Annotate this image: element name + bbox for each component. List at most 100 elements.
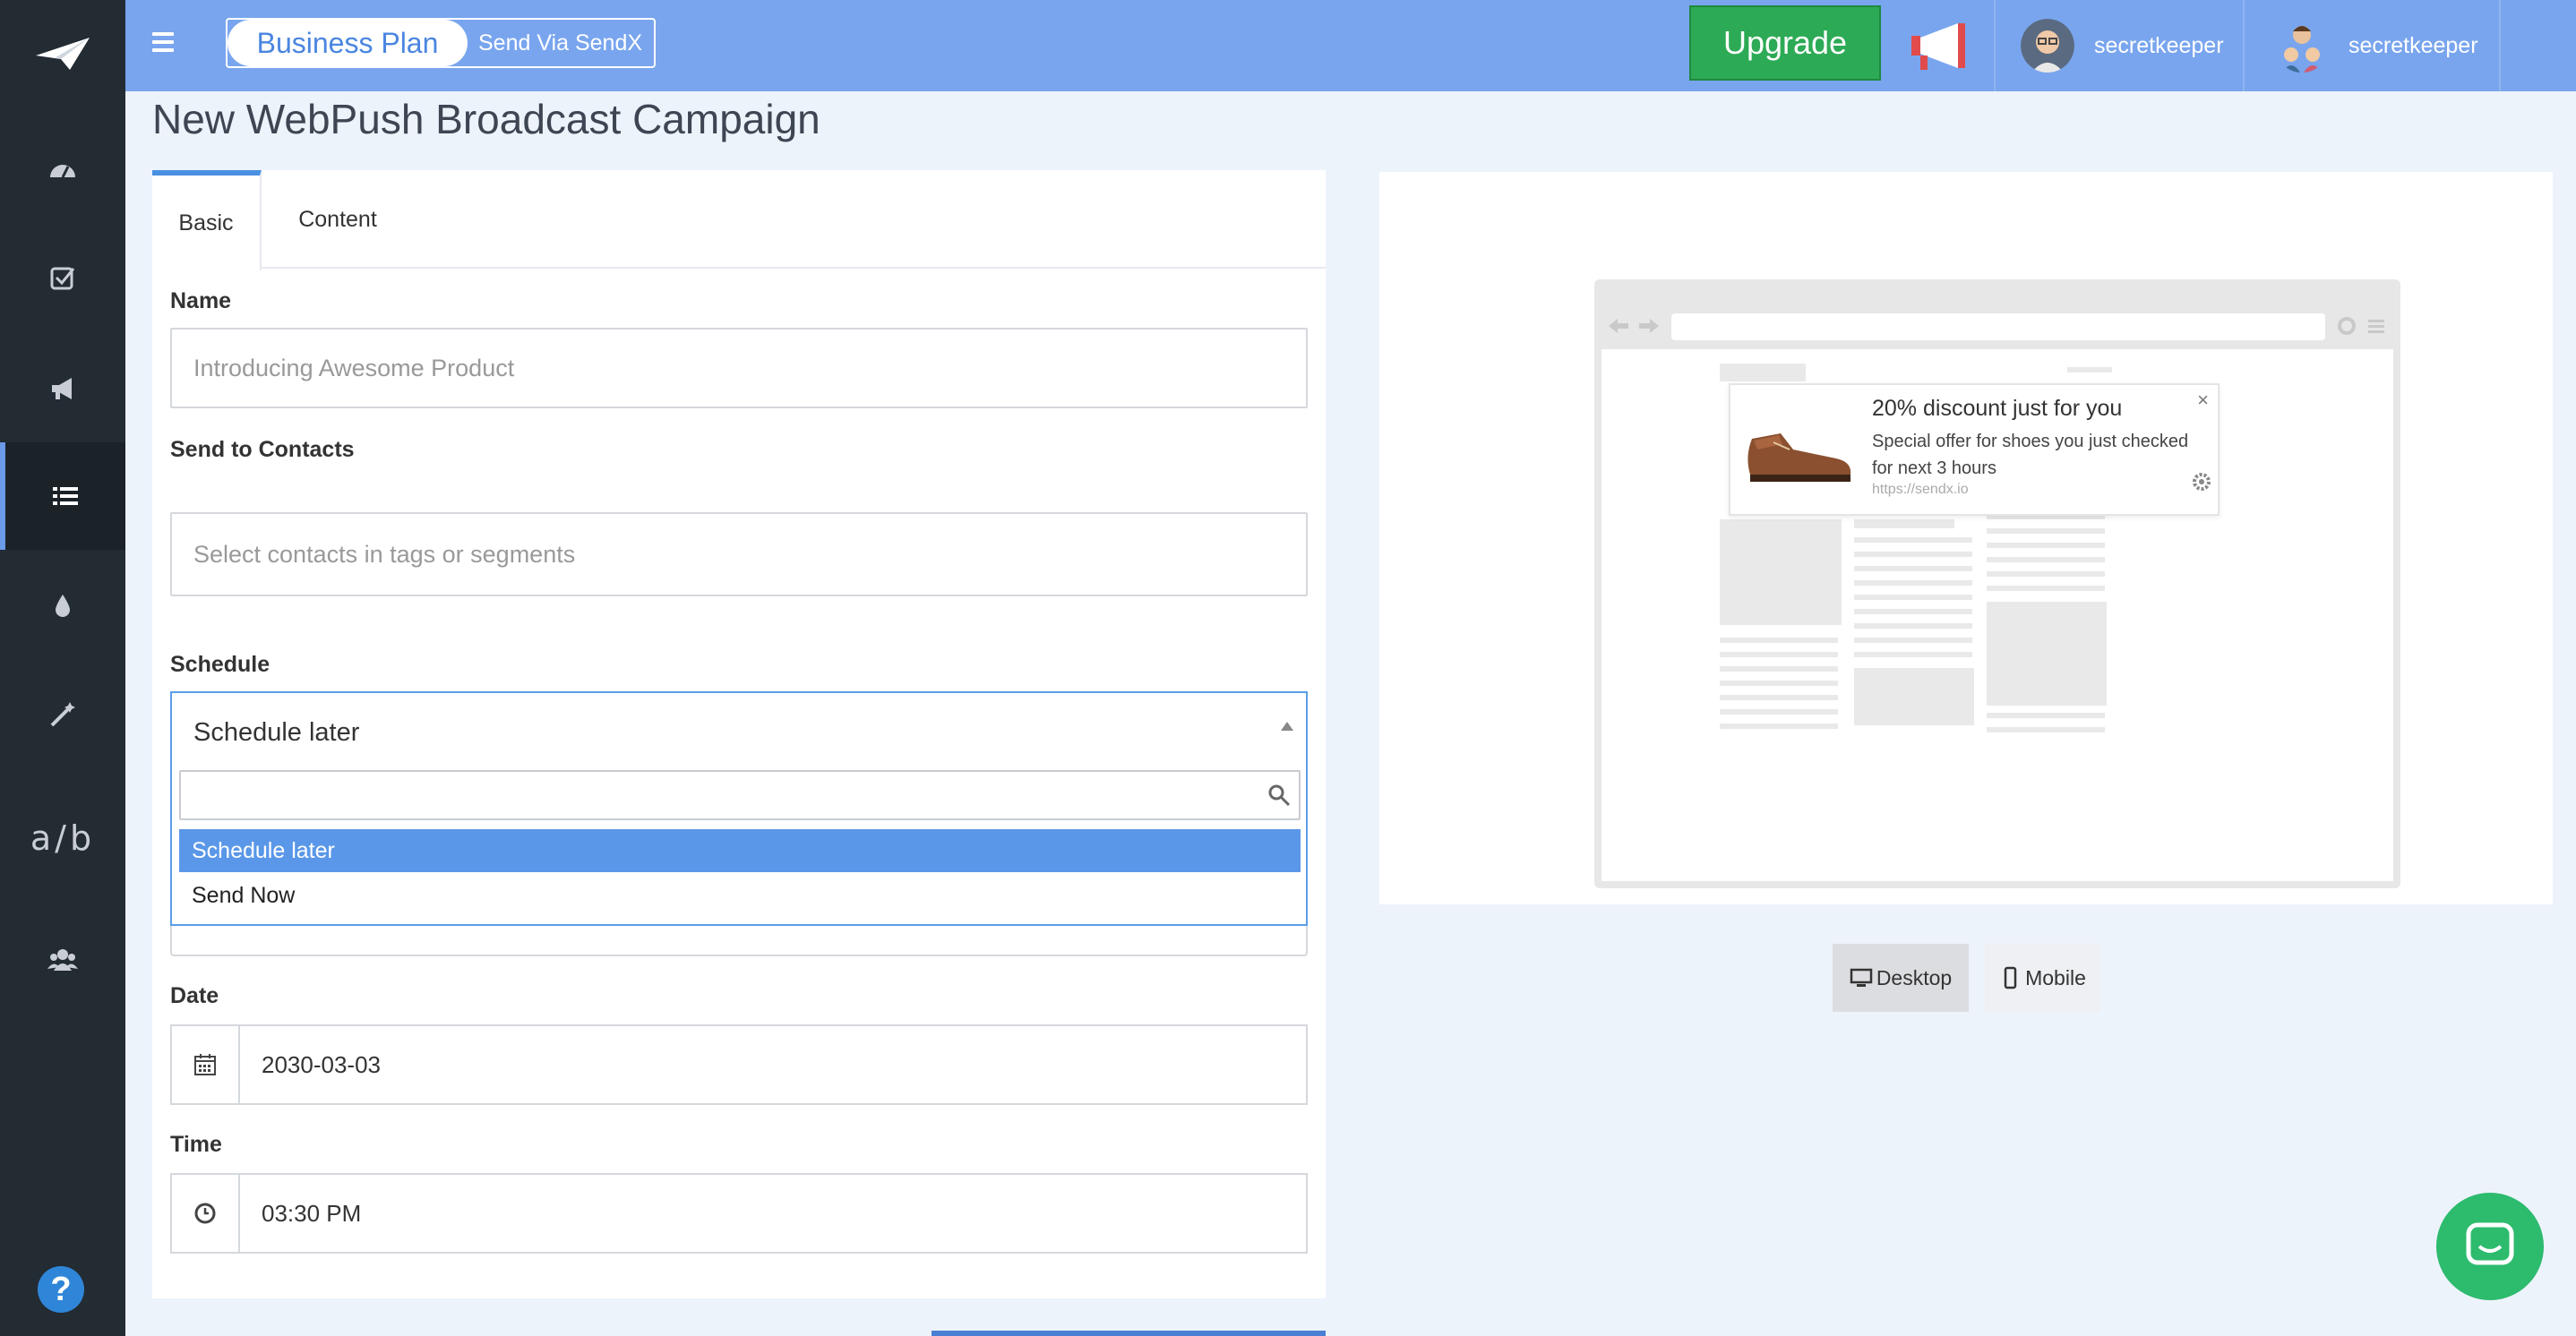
form-tabs: Basic Content xyxy=(152,170,1326,270)
ab-test-label: a/b xyxy=(30,818,96,858)
placeholder-block xyxy=(1987,727,2105,732)
tab-content[interactable]: Content xyxy=(262,170,414,269)
gear-icon xyxy=(2193,473,2211,491)
placeholder-block xyxy=(1720,519,1842,625)
avatar xyxy=(2275,19,2329,73)
mobile-label: Mobile xyxy=(2025,965,2086,989)
sidebar-item-ab-test[interactable]: a/b xyxy=(0,784,125,892)
magic-wand-icon xyxy=(50,702,75,727)
placeholder-block xyxy=(1854,609,1972,614)
tab-basic[interactable]: Basic xyxy=(152,170,262,270)
chat-launcher-button[interactable] xyxy=(2436,1193,2544,1300)
placeholder-block xyxy=(1720,652,1838,657)
sidebar-item-team[interactable] xyxy=(0,906,125,1014)
close-icon: × xyxy=(2197,389,2209,411)
placeholder-block xyxy=(1854,519,1954,528)
placeholder-block xyxy=(1854,552,1972,557)
sidebar: a/b ? xyxy=(0,0,125,1336)
dashboard-icon xyxy=(50,165,75,178)
placeholder-block xyxy=(1854,652,1972,657)
notification-body: Special offer for shoes you just checked… xyxy=(1872,432,2189,478)
caret-up-icon[interactable] xyxy=(1281,722,1293,731)
paper-plane-logo-icon[interactable] xyxy=(34,36,91,72)
placeholder-block xyxy=(1720,638,1838,643)
date-value: 2030-03-03 xyxy=(262,1050,381,1078)
help-icon[interactable]: ? xyxy=(38,1266,84,1313)
placeholder-block xyxy=(1720,695,1838,700)
date-label: Date xyxy=(170,983,219,1008)
placeholder-block xyxy=(1854,638,1972,643)
name-input[interactable]: Introducing Awesome Product xyxy=(170,328,1308,408)
placeholder-block xyxy=(1720,364,1806,381)
placeholder-block xyxy=(1987,543,2105,548)
preview-panel: 20% discount just for you Special offer … xyxy=(1379,172,2553,904)
placeholder-block xyxy=(2067,367,2112,373)
placeholder-block xyxy=(1854,580,1972,586)
chat-icon xyxy=(2466,1222,2514,1265)
sidebar-item-drip[interactable] xyxy=(0,552,125,659)
user-menu-2[interactable]: secretkeeper xyxy=(2275,18,2478,73)
list-icon xyxy=(53,487,78,505)
placeholder-block xyxy=(1987,557,2105,562)
time-field[interactable]: 03:30 PM xyxy=(170,1173,1308,1254)
schedule-option-now[interactable]: Send Now xyxy=(179,874,1301,917)
plan-subtitle: Send Via SendX xyxy=(478,30,643,56)
search-icon xyxy=(1268,784,1291,807)
desktop-label: Desktop xyxy=(1876,965,1953,989)
menu-toggle-icon[interactable] xyxy=(152,32,174,52)
sidebar-item-broadcast[interactable] xyxy=(0,335,125,442)
contacts-label: Send to Contacts xyxy=(170,437,355,462)
user-menu-1[interactable]: secretkeeper xyxy=(2021,18,2224,73)
placeholder-block xyxy=(1854,537,1972,543)
sidebar-item-dashboard[interactable] xyxy=(0,116,125,224)
clock-icon[interactable] xyxy=(172,1175,240,1252)
placeholder-block xyxy=(1720,724,1838,729)
user-name: secretkeeper xyxy=(2094,32,2224,58)
schedule-option-later[interactable]: Schedule later xyxy=(179,829,1301,872)
bottom-action-bar-edge xyxy=(932,1331,1326,1336)
placeholder-block xyxy=(1720,709,1838,715)
placeholder-block xyxy=(1987,571,2105,577)
placeholder-block xyxy=(1720,666,1838,672)
checkbox-icon xyxy=(50,267,75,290)
shoe-image xyxy=(1747,433,1851,482)
sidebar-item-lists[interactable] xyxy=(0,442,125,550)
desktop-icon xyxy=(1850,968,1873,987)
placeholder-block xyxy=(1720,681,1838,686)
desktop-preview-button[interactable]: Desktop xyxy=(1833,944,1969,1012)
time-value: 03:30 PM xyxy=(262,1199,362,1227)
announcement-megaphone-icon[interactable] xyxy=(1908,18,1971,73)
page-title: New WebPush Broadcast Campaign xyxy=(152,96,820,142)
notification-url: https://sendx.io xyxy=(1872,482,1969,497)
browser-nav-arrows-icon xyxy=(1609,319,1659,333)
bullhorn-icon xyxy=(52,378,72,399)
browser-url-bar xyxy=(1671,313,2325,340)
placeholder-block xyxy=(1987,602,2107,706)
name-label: Name xyxy=(170,288,232,313)
plan-name: Business Plan xyxy=(228,20,468,66)
campaign-form: Basic Content Name Introducing Awesome P… xyxy=(152,170,1326,1298)
upgrade-button[interactable]: Upgrade xyxy=(1689,5,1881,81)
user-name: secretkeeper xyxy=(2348,32,2478,58)
avatar xyxy=(2021,19,2074,73)
placeholder-block xyxy=(1987,528,2105,534)
sidebar-item-magic[interactable] xyxy=(0,661,125,768)
placeholder-block xyxy=(1854,566,1972,571)
browser-mockup: 20% discount just for you Special offer … xyxy=(1594,279,2400,888)
placeholder-block xyxy=(1987,713,2105,718)
placeholder-block xyxy=(1854,595,1972,600)
schedule-search-input[interactable] xyxy=(179,770,1301,820)
mobile-icon xyxy=(2004,966,2017,989)
hidden-field-under-dropdown xyxy=(170,926,1308,956)
contacts-select[interactable]: Select contacts in tags or segments xyxy=(170,512,1308,596)
calendar-icon[interactable] xyxy=(172,1026,240,1103)
top-bar: Business Plan Send Via SendX Upgrade sec… xyxy=(125,0,2576,91)
date-field[interactable]: 2030-03-03 xyxy=(170,1024,1308,1105)
sidebar-item-tasks[interactable] xyxy=(0,224,125,331)
plan-badge[interactable]: Business Plan Send Via SendX xyxy=(226,18,656,68)
mobile-preview-button[interactable]: Mobile xyxy=(1985,944,2099,1012)
divider xyxy=(2243,0,2245,91)
schedule-selected-value: Schedule later xyxy=(193,718,360,747)
schedule-select[interactable]: Schedule later Schedule later Send Now xyxy=(170,691,1308,926)
placeholder-block xyxy=(1854,668,1974,725)
